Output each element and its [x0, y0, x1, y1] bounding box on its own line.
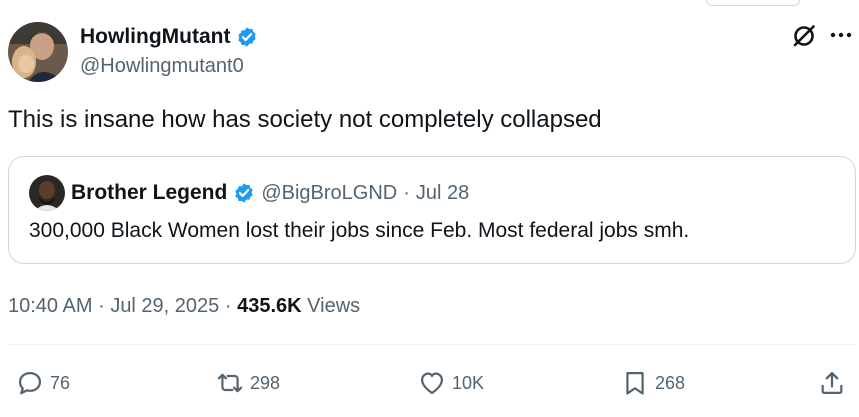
author-avatar[interactable] [8, 22, 68, 82]
heart-icon [420, 372, 444, 395]
share-icon [821, 371, 843, 395]
verified-badge-icon [238, 27, 257, 47]
repost-button[interactable]: 298 [216, 367, 280, 399]
author-name-row: HowlingMutant [80, 24, 258, 50]
action-divider [8, 344, 856, 345]
quoted-separator: · [403, 182, 410, 204]
quoted-verified-badge-icon [235, 183, 253, 203]
tweet-text: This is insane how has society not compl… [8, 106, 602, 133]
views-label: Views [307, 295, 361, 317]
author-display-name[interactable]: HowlingMutant [80, 24, 230, 50]
quoted-date: Jul 28 [415, 182, 470, 204]
more-icon[interactable] [826, 24, 856, 46]
like-button[interactable]: 10K [418, 367, 484, 399]
share-button[interactable] [818, 367, 846, 399]
reply-count: 76 [50, 372, 71, 393]
author-handle[interactable]: @Howlingmutant0 [80, 53, 244, 79]
quoted-tweet-text: 300,000 Black Women lost their jobs sinc… [29, 219, 690, 242]
views-count: 435.6K [237, 295, 302, 317]
bookmark-icon [626, 371, 644, 395]
quoted-author-avatar [29, 175, 65, 211]
quoted-display-name: Brother Legend [71, 181, 228, 204]
tweet-time[interactable]: 10:40 AM [8, 295, 93, 317]
like-count: 10K [452, 372, 485, 393]
top-overflow-button[interactable] [706, 0, 800, 6]
grok-icon[interactable] [790, 22, 818, 50]
tweet-date[interactable]: Jul 29, 2025 [110, 295, 219, 317]
bookmark-button[interactable]: 268 [621, 367, 685, 399]
bookmark-count: 268 [655, 372, 686, 393]
repost-count: 298 [250, 372, 281, 393]
meta-separator-1: · [98, 295, 105, 317]
quoted-tweet-card[interactable]: Brother Legend @BigBroLGND · Jul 28 300,… [8, 156, 856, 264]
tweet-meta-row: 10:40 AM · Jul 29, 2025 · 435.6K Views [8, 292, 360, 320]
reply-icon [18, 371, 42, 395]
repost-icon [217, 373, 243, 393]
quoted-handle: @BigBroLGND [261, 182, 398, 204]
quoted-tweet-header: Brother Legend @BigBroLGND · Jul 28 [71, 179, 469, 207]
meta-separator-2: · [224, 295, 232, 317]
reply-button[interactable]: 76 [16, 367, 70, 399]
